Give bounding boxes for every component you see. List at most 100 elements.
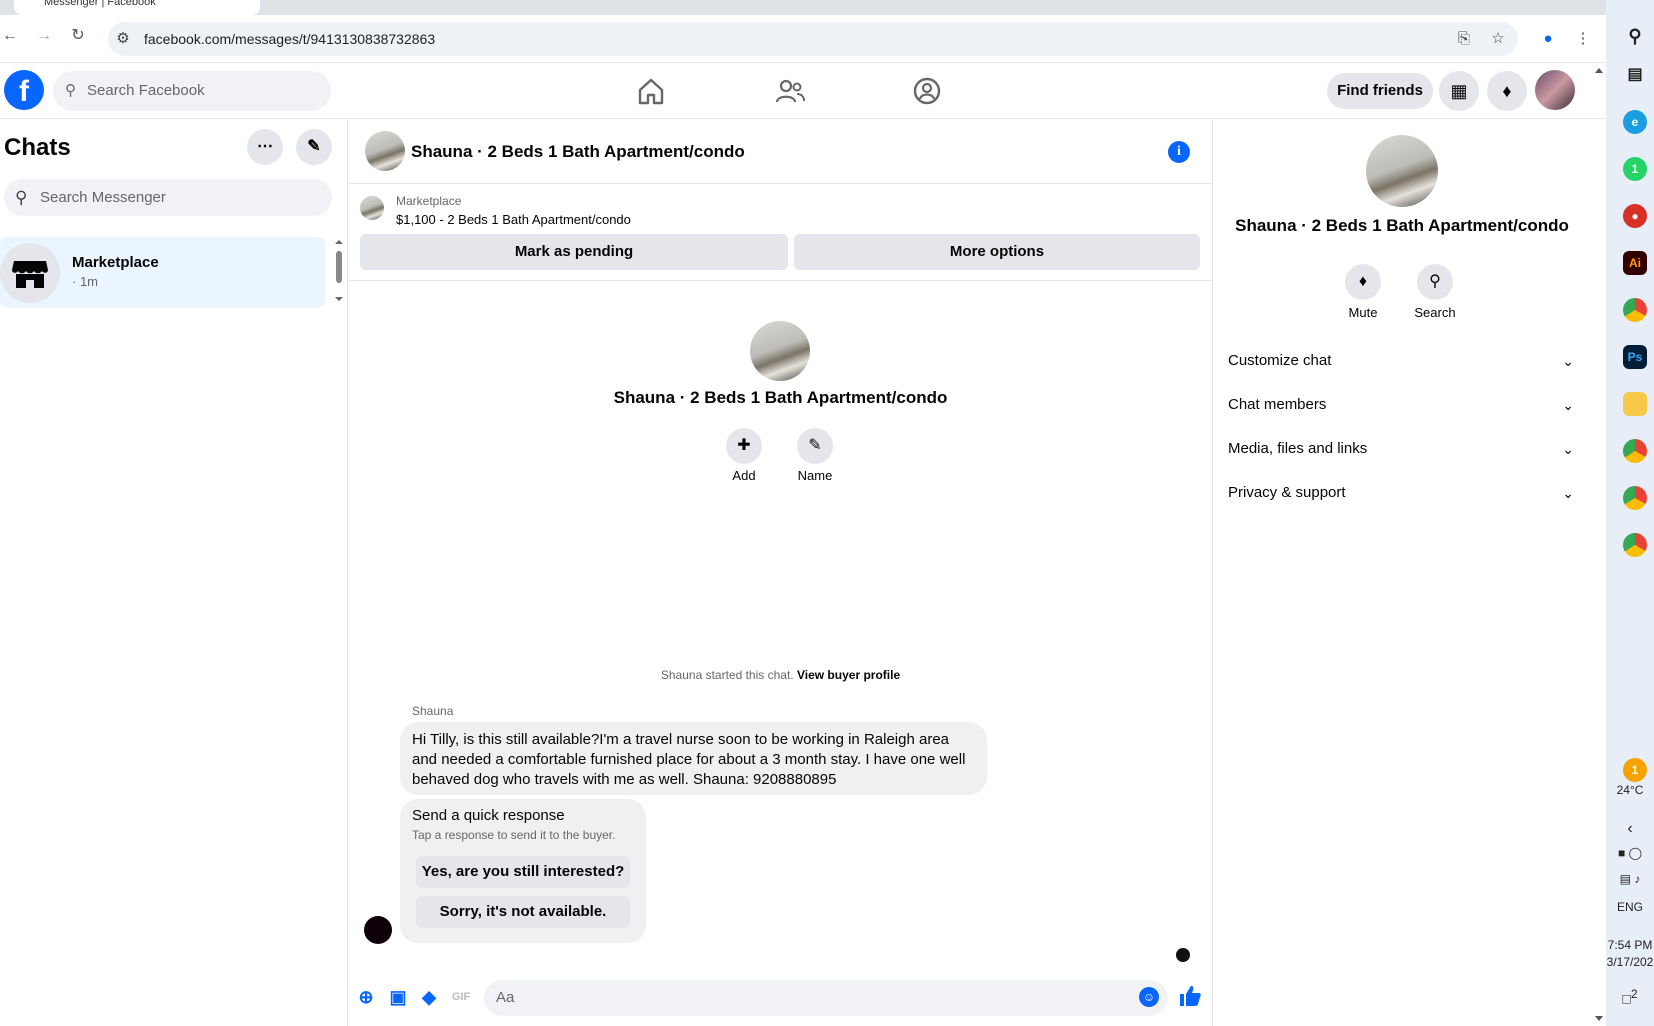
chat-members-row[interactable]: Chat members ⌄	[1228, 385, 1574, 425]
view-buyer-profile-link[interactable]: View buyer profile	[797, 668, 900, 682]
search-icon: ⚲	[15, 188, 28, 207]
chats-title: Chats	[4, 134, 71, 161]
sticker-icon[interactable]: ◆	[418, 986, 440, 1008]
messenger-search-placeholder: Search Messenger	[40, 189, 166, 206]
browser-tab-active[interactable]: Messenger | Facebook	[14, 0, 260, 15]
privacy-support-row[interactable]: Privacy & support ⌄	[1228, 473, 1574, 513]
search-label: Search	[1414, 305, 1456, 320]
divider	[349, 280, 1212, 281]
page-scrollbar[interactable]	[1592, 63, 1606, 1026]
reload-icon[interactable]: ↻	[68, 26, 88, 46]
chat-header-avatar[interactable]	[365, 131, 405, 171]
facebook-search-placeholder: Search Facebook	[87, 82, 205, 99]
edge-browser-icon[interactable]: e	[1623, 110, 1647, 134]
chrome-profile-2-icon[interactable]	[1623, 439, 1647, 463]
listing-price-title[interactable]: $1,100 - 2 Beds 1 Bath Apartment/condo	[396, 212, 631, 227]
search-icon: ⚲	[65, 82, 76, 99]
chrome-profile-icon[interactable]: ●	[1623, 204, 1647, 228]
clock-time[interactable]: 7:54 PM	[1606, 938, 1654, 952]
chevron-down-icon: ⌄	[1562, 353, 1574, 369]
file-explorer-icon[interactable]	[1623, 392, 1647, 416]
chrome-profile-3-icon[interactable]	[1623, 486, 1647, 510]
more-options-button[interactable]: More options	[794, 234, 1200, 270]
task-view-icon[interactable]: ▤	[1623, 63, 1647, 87]
notification-badge: 2	[1630, 988, 1638, 1001]
chevron-down-icon: ⌄	[1562, 397, 1574, 413]
mute-bell-icon[interactable]: ♦	[1345, 264, 1381, 300]
language-indicator[interactable]: ENG	[1606, 900, 1654, 914]
media-files-links-label: Media, files and links	[1228, 440, 1368, 457]
chat-title[interactable]: Shauna · 2 Beds 1 Bath Apartment/condo	[411, 142, 745, 162]
chat-started-notice: Shauna started this chat. View buyer pro…	[349, 668, 1212, 682]
chat-item-time: · 1m	[72, 274, 98, 289]
quick-reply-yes-button[interactable]: Yes, are you still interested?	[416, 856, 630, 888]
browser-menu-icon[interactable]: ⋮	[1572, 28, 1594, 50]
notifications-bell-icon[interactable]: ♦	[1487, 71, 1527, 111]
message-input[interactable]: Aa	[484, 980, 1168, 1016]
marketplace-label: Marketplace	[396, 194, 462, 208]
home-icon[interactable]	[635, 76, 667, 106]
forward-arrow-icon[interactable]: →	[34, 26, 54, 46]
thumbs-up-icon[interactable]	[1178, 984, 1202, 1008]
listing-thumbnail[interactable]	[360, 196, 384, 220]
media-files-links-row[interactable]: Media, files and links ⌄	[1228, 429, 1574, 469]
customize-chat-label: Customize chat	[1228, 352, 1332, 369]
install-app-icon[interactable]: ⎘	[1453, 28, 1475, 50]
chat-intro-avatar	[750, 321, 810, 381]
plus-icon[interactable]: ⊕	[355, 986, 377, 1008]
facebook-search-input[interactable]: ⚲ Search Facebook	[53, 71, 331, 111]
whatsapp-icon[interactable]: 1	[1623, 157, 1647, 181]
chevron-down-icon: ⌄	[1562, 485, 1574, 501]
chat-members-label: Chat members	[1228, 396, 1327, 413]
find-friends-button[interactable]: Find friends	[1327, 73, 1433, 109]
search-conversation-icon[interactable]: ⚲	[1417, 264, 1453, 300]
mute-label: Mute	[1348, 305, 1378, 320]
browser-profile-icon[interactable]: ●	[1537, 28, 1559, 50]
new-message-icon[interactable]: ✎	[296, 129, 332, 165]
site-info-icon[interactable]: ⚙	[112, 28, 134, 50]
chat-intro-title: Shauna · 2 Beds 1 Bath Apartment/condo	[613, 388, 948, 407]
weather-icon[interactable]: 1	[1623, 758, 1647, 782]
network-volume-icon[interactable]: ▤ ♪	[1606, 872, 1654, 886]
menu-grid-icon[interactable]: ▦	[1439, 71, 1479, 111]
details-title: Shauna · 2 Beds 1 Bath Apartment/condo	[1235, 216, 1569, 235]
mark-as-pending-button[interactable]: Mark as pending	[360, 234, 788, 270]
photoshop-label: Ps	[1627, 350, 1643, 364]
edit-name-icon[interactable]: ✎	[797, 428, 833, 464]
quick-reply-sorry-button[interactable]: Sorry, it's not available.	[416, 896, 630, 928]
quick-response-title: Send a quick response	[412, 807, 565, 824]
groups-icon[interactable]	[911, 76, 943, 106]
windows-search-icon[interactable]: ⚲	[1623, 24, 1647, 48]
customize-chat-row[interactable]: Customize chat ⌄	[1228, 341, 1574, 381]
url-text[interactable]: facebook.com/messages/t/9413130838732863	[144, 31, 435, 47]
messenger-search-input[interactable]: ⚲ Search Messenger	[4, 179, 332, 216]
tab-title: Messenger | Facebook	[44, 0, 156, 8]
details-avatar	[1366, 135, 1438, 207]
photoshop-icon[interactable]: Ps	[1623, 345, 1647, 369]
clock-date[interactable]: 3/17/202	[1606, 955, 1654, 969]
chevron-left-icon[interactable]: ‹	[1606, 820, 1654, 838]
buyer-avatar[interactable]	[364, 916, 392, 944]
illustrator-icon[interactable]: Ai	[1623, 251, 1647, 275]
message-sender: Shauna	[412, 704, 454, 718]
notification-icon[interactable]: □2	[1606, 988, 1654, 1007]
sidebar-scrollbar[interactable]	[334, 238, 344, 304]
facebook-logo-icon[interactable]: f	[4, 70, 44, 110]
privacy-support-label: Privacy & support	[1228, 484, 1346, 501]
gif-icon[interactable]: GIF	[450, 986, 472, 1008]
bookmark-star-icon[interactable]: ☆	[1487, 28, 1509, 50]
tray-icons[interactable]: ■ ◯	[1606, 846, 1654, 860]
chrome-profile-4-icon[interactable]	[1623, 533, 1647, 557]
chats-options-icon[interactable]: ⋯	[247, 129, 283, 165]
chat-started-text: Shauna started this chat.	[660, 668, 794, 682]
profile-avatar[interactable]	[1535, 70, 1575, 110]
chrome-icon[interactable]	[1623, 298, 1647, 322]
friends-icon[interactable]	[774, 76, 806, 106]
emoji-icon[interactable]: ☺	[1139, 987, 1159, 1007]
add-person-icon[interactable]: ✚	[726, 428, 762, 464]
photo-icon[interactable]: ▣	[387, 986, 409, 1008]
marketplace-store-icon	[0, 243, 60, 303]
name-label: Name	[797, 468, 833, 483]
info-icon[interactable]: i	[1168, 141, 1190, 163]
back-arrow-icon[interactable]: ←	[0, 26, 20, 46]
